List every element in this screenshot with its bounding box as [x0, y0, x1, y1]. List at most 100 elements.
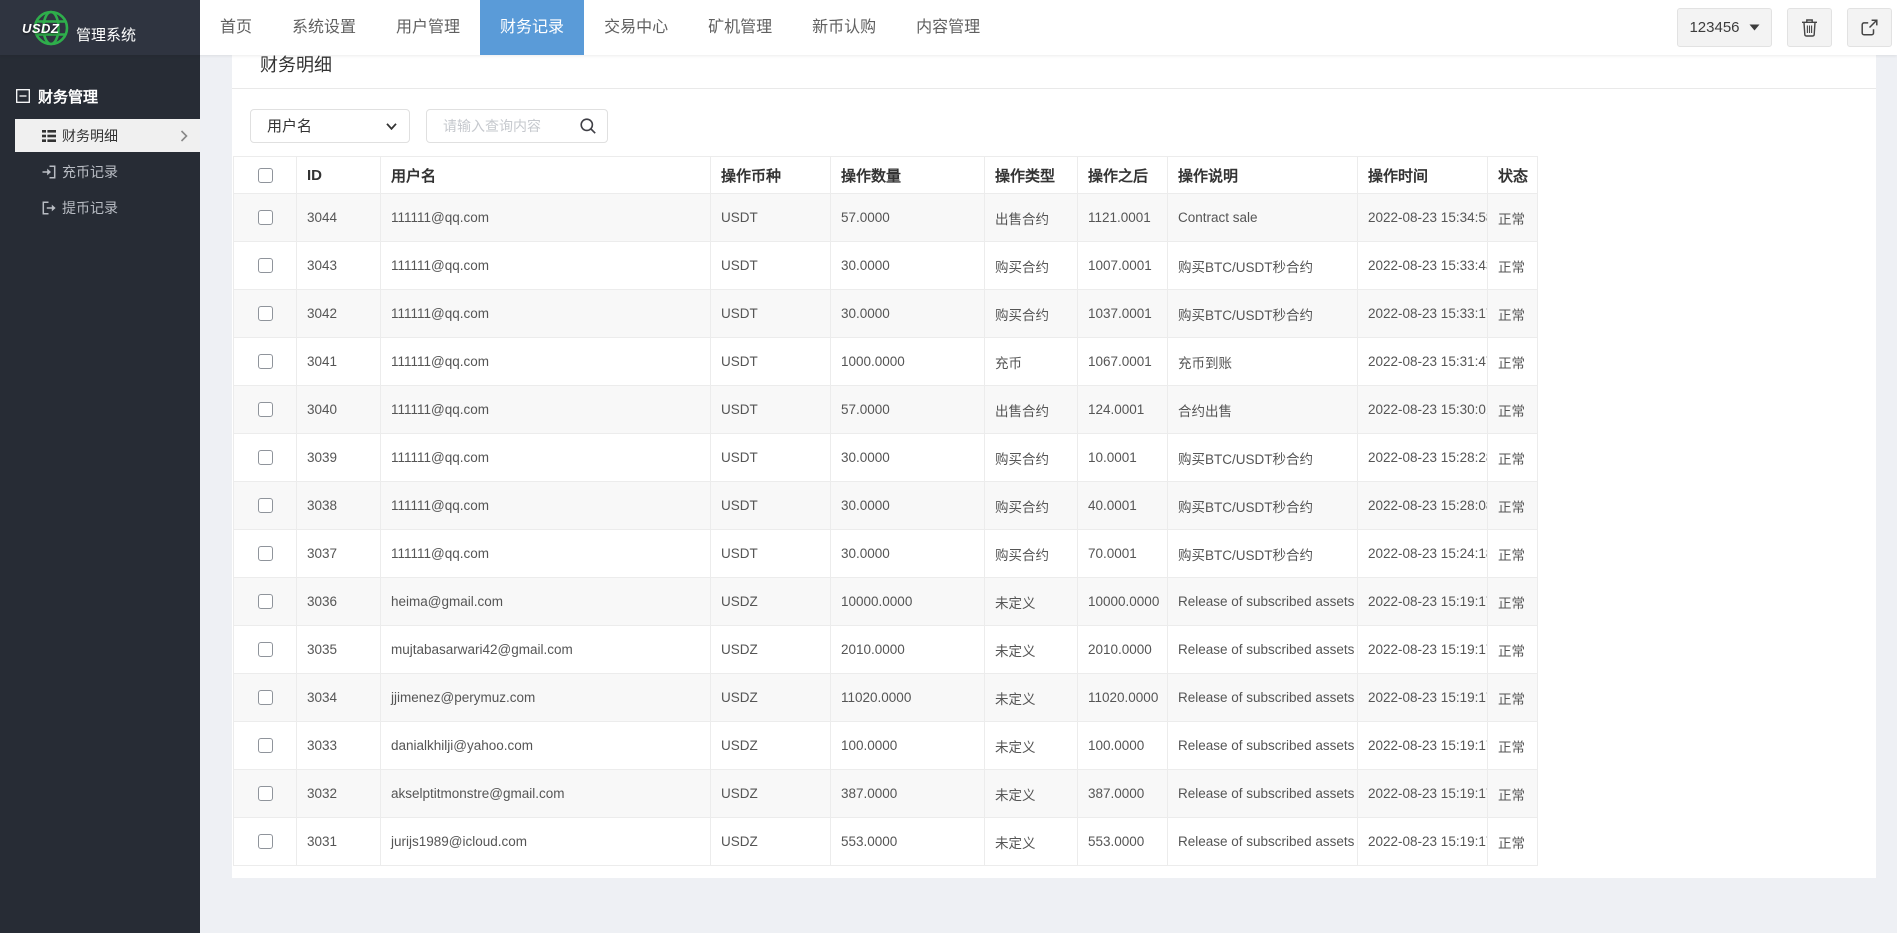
caret-down-icon — [1749, 24, 1760, 31]
cell-amount: 10000.0000 — [831, 578, 985, 626]
table-row: 3042111111@qq.comUSDT30.0000购买合约1037.000… — [234, 290, 1538, 338]
cell-coin: USDT — [711, 482, 831, 530]
select-all-checkbox[interactable] — [258, 168, 273, 183]
cell-note: Release of subscribed assets — [1168, 626, 1358, 674]
cell-after: 1007.0001 — [1078, 242, 1168, 290]
cell-time: 2022-08-23 15:19:17 — [1358, 626, 1488, 674]
cell-id: 3032 — [297, 770, 381, 818]
cell-id: 3044 — [297, 194, 381, 242]
cell-amount: 30.0000 — [831, 482, 985, 530]
cell-amount: 1000.0000 — [831, 338, 985, 386]
cell-op-type: 购买合约 — [985, 242, 1078, 290]
cell-amount: 57.0000 — [831, 386, 985, 434]
nav-item-0[interactable]: 首页 — [200, 0, 272, 55]
filter-field-select[interactable]: 用户名 — [250, 109, 410, 143]
nav-item-4[interactable]: 交易中心 — [584, 0, 688, 55]
row-checkbox[interactable] — [258, 306, 273, 321]
top-nav: 首页系统设置用户管理财务记录交易中心矿机管理新币认购内容管理 — [200, 0, 1000, 55]
cell-username: heima@gmail.com — [381, 578, 711, 626]
sidebar-item-1[interactable]: 充币记录 — [0, 155, 200, 188]
sign-out-icon — [42, 201, 56, 215]
nav-item-6[interactable]: 新币认购 — [792, 0, 896, 55]
row-checkbox[interactable] — [258, 642, 273, 657]
table-row: 3043111111@qq.comUSDT30.0000购买合约1007.000… — [234, 242, 1538, 290]
row-check-cell — [234, 194, 297, 242]
nav-item-3[interactable]: 财务记录 — [480, 0, 584, 55]
cell-after: 11020.0000 — [1078, 674, 1168, 722]
cell-status: 正常 — [1488, 626, 1538, 674]
table-row: 3044111111@qq.comUSDT57.0000出售合约1121.000… — [234, 194, 1538, 242]
row-checkbox[interactable] — [258, 738, 273, 753]
cell-note: Contract sale — [1168, 194, 1358, 242]
row-checkbox[interactable] — [258, 450, 273, 465]
cell-time: 2022-08-23 15:19:17 — [1358, 578, 1488, 626]
col-header-time: 操作时间 — [1358, 157, 1488, 194]
sidebar-menu: 财务明细充币记录提币记录 — [0, 119, 200, 224]
cell-coin: USDZ — [711, 722, 831, 770]
cell-op-type: 未定义 — [985, 770, 1078, 818]
cell-note: 购买BTC/USDT秒合约 — [1168, 530, 1358, 578]
col-header-note: 操作说明 — [1168, 157, 1358, 194]
row-check-cell — [234, 674, 297, 722]
cell-op-type: 未定义 — [985, 626, 1078, 674]
nav-item-1[interactable]: 系统设置 — [272, 0, 376, 55]
row-checkbox[interactable] — [258, 834, 273, 849]
cell-username: 111111@qq.com — [381, 434, 711, 482]
row-checkbox[interactable] — [258, 258, 273, 273]
trash-button[interactable] — [1787, 8, 1832, 47]
cell-after: 10.0001 — [1078, 434, 1168, 482]
sidebar-section-finance[interactable]: 财务管理 — [0, 81, 200, 111]
row-checkbox[interactable] — [258, 594, 273, 609]
topbar-actions: 123456 — [1677, 0, 1897, 55]
cell-after: 100.0000 — [1078, 722, 1168, 770]
cell-coin: USDT — [711, 386, 831, 434]
cell-coin: USDZ — [711, 626, 831, 674]
cell-op-type: 未定义 — [985, 818, 1078, 866]
sidebar-item-0[interactable]: 财务明细 — [15, 119, 200, 152]
row-check-cell — [234, 770, 297, 818]
sidebar-item-2[interactable]: 提币记录 — [0, 191, 200, 224]
cell-note: Release of subscribed assets — [1168, 578, 1358, 626]
app-logo: USDZ 管理系统 — [0, 0, 200, 55]
cell-time: 2022-08-23 15:31:47 — [1358, 338, 1488, 386]
cell-status: 正常 — [1488, 194, 1538, 242]
cell-username: 111111@qq.com — [381, 530, 711, 578]
table-row: 3035mujtabasarwari42@gmail.comUSDZ2010.0… — [234, 626, 1538, 674]
cell-after: 124.0001 — [1078, 386, 1168, 434]
nav-item-2[interactable]: 用户管理 — [376, 0, 480, 55]
cell-coin: USDT — [711, 434, 831, 482]
table-row: 3038111111@qq.comUSDT30.0000购买合约40.0001购… — [234, 482, 1538, 530]
globe-icon — [28, 35, 74, 52]
cell-after: 10000.0000 — [1078, 578, 1168, 626]
nav-item-7[interactable]: 内容管理 — [896, 0, 1000, 55]
table-row: 3037111111@qq.comUSDT30.0000购买合约70.0001购… — [234, 530, 1538, 578]
export-button[interactable] — [1847, 8, 1892, 47]
cell-note: 购买BTC/USDT秒合约 — [1168, 482, 1358, 530]
cell-status: 正常 — [1488, 338, 1538, 386]
cell-username: danialkhilji@yahoo.com — [381, 722, 711, 770]
cell-amount: 11020.0000 — [831, 674, 985, 722]
search-icon[interactable] — [569, 117, 607, 135]
row-checkbox[interactable] — [258, 354, 273, 369]
user-dropdown[interactable]: 123456 — [1677, 8, 1772, 47]
cell-username: 111111@qq.com — [381, 338, 711, 386]
sidebar-item-label: 财务明细 — [62, 126, 118, 146]
nav-item-5[interactable]: 矿机管理 — [688, 0, 792, 55]
cell-after: 40.0001 — [1078, 482, 1168, 530]
row-checkbox[interactable] — [258, 546, 273, 561]
row-checkbox[interactable] — [258, 402, 273, 417]
row-checkbox[interactable] — [258, 210, 273, 225]
sidebar-section-label: 财务管理 — [38, 86, 98, 107]
row-checkbox[interactable] — [258, 498, 273, 513]
cell-time: 2022-08-23 15:33:17 — [1358, 290, 1488, 338]
col-header-id: ID — [297, 157, 381, 194]
row-checkbox[interactable] — [258, 786, 273, 801]
cell-coin: USDT — [711, 290, 831, 338]
search-input[interactable] — [427, 118, 569, 134]
row-checkbox[interactable] — [258, 690, 273, 705]
col-header-op-type: 操作类型 — [985, 157, 1078, 194]
cell-op-type: 购买合约 — [985, 290, 1078, 338]
cell-id: 3036 — [297, 578, 381, 626]
cell-id: 3031 — [297, 818, 381, 866]
cell-amount: 30.0000 — [831, 530, 985, 578]
